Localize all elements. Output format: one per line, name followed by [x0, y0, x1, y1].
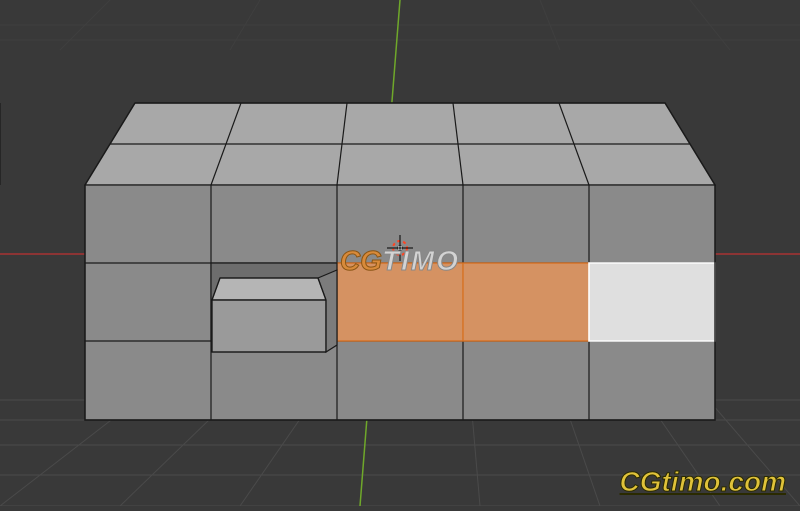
- 3d-viewport[interactable]: [0, 0, 800, 506]
- selected-face-1[interactable]: [337, 263, 463, 341]
- selected-face-2[interactable]: [463, 263, 589, 341]
- viewport-canvas[interactable]: [0, 0, 800, 506]
- mesh-object[interactable]: [0, 103, 715, 420]
- extruded-cube[interactable]: [211, 263, 337, 352]
